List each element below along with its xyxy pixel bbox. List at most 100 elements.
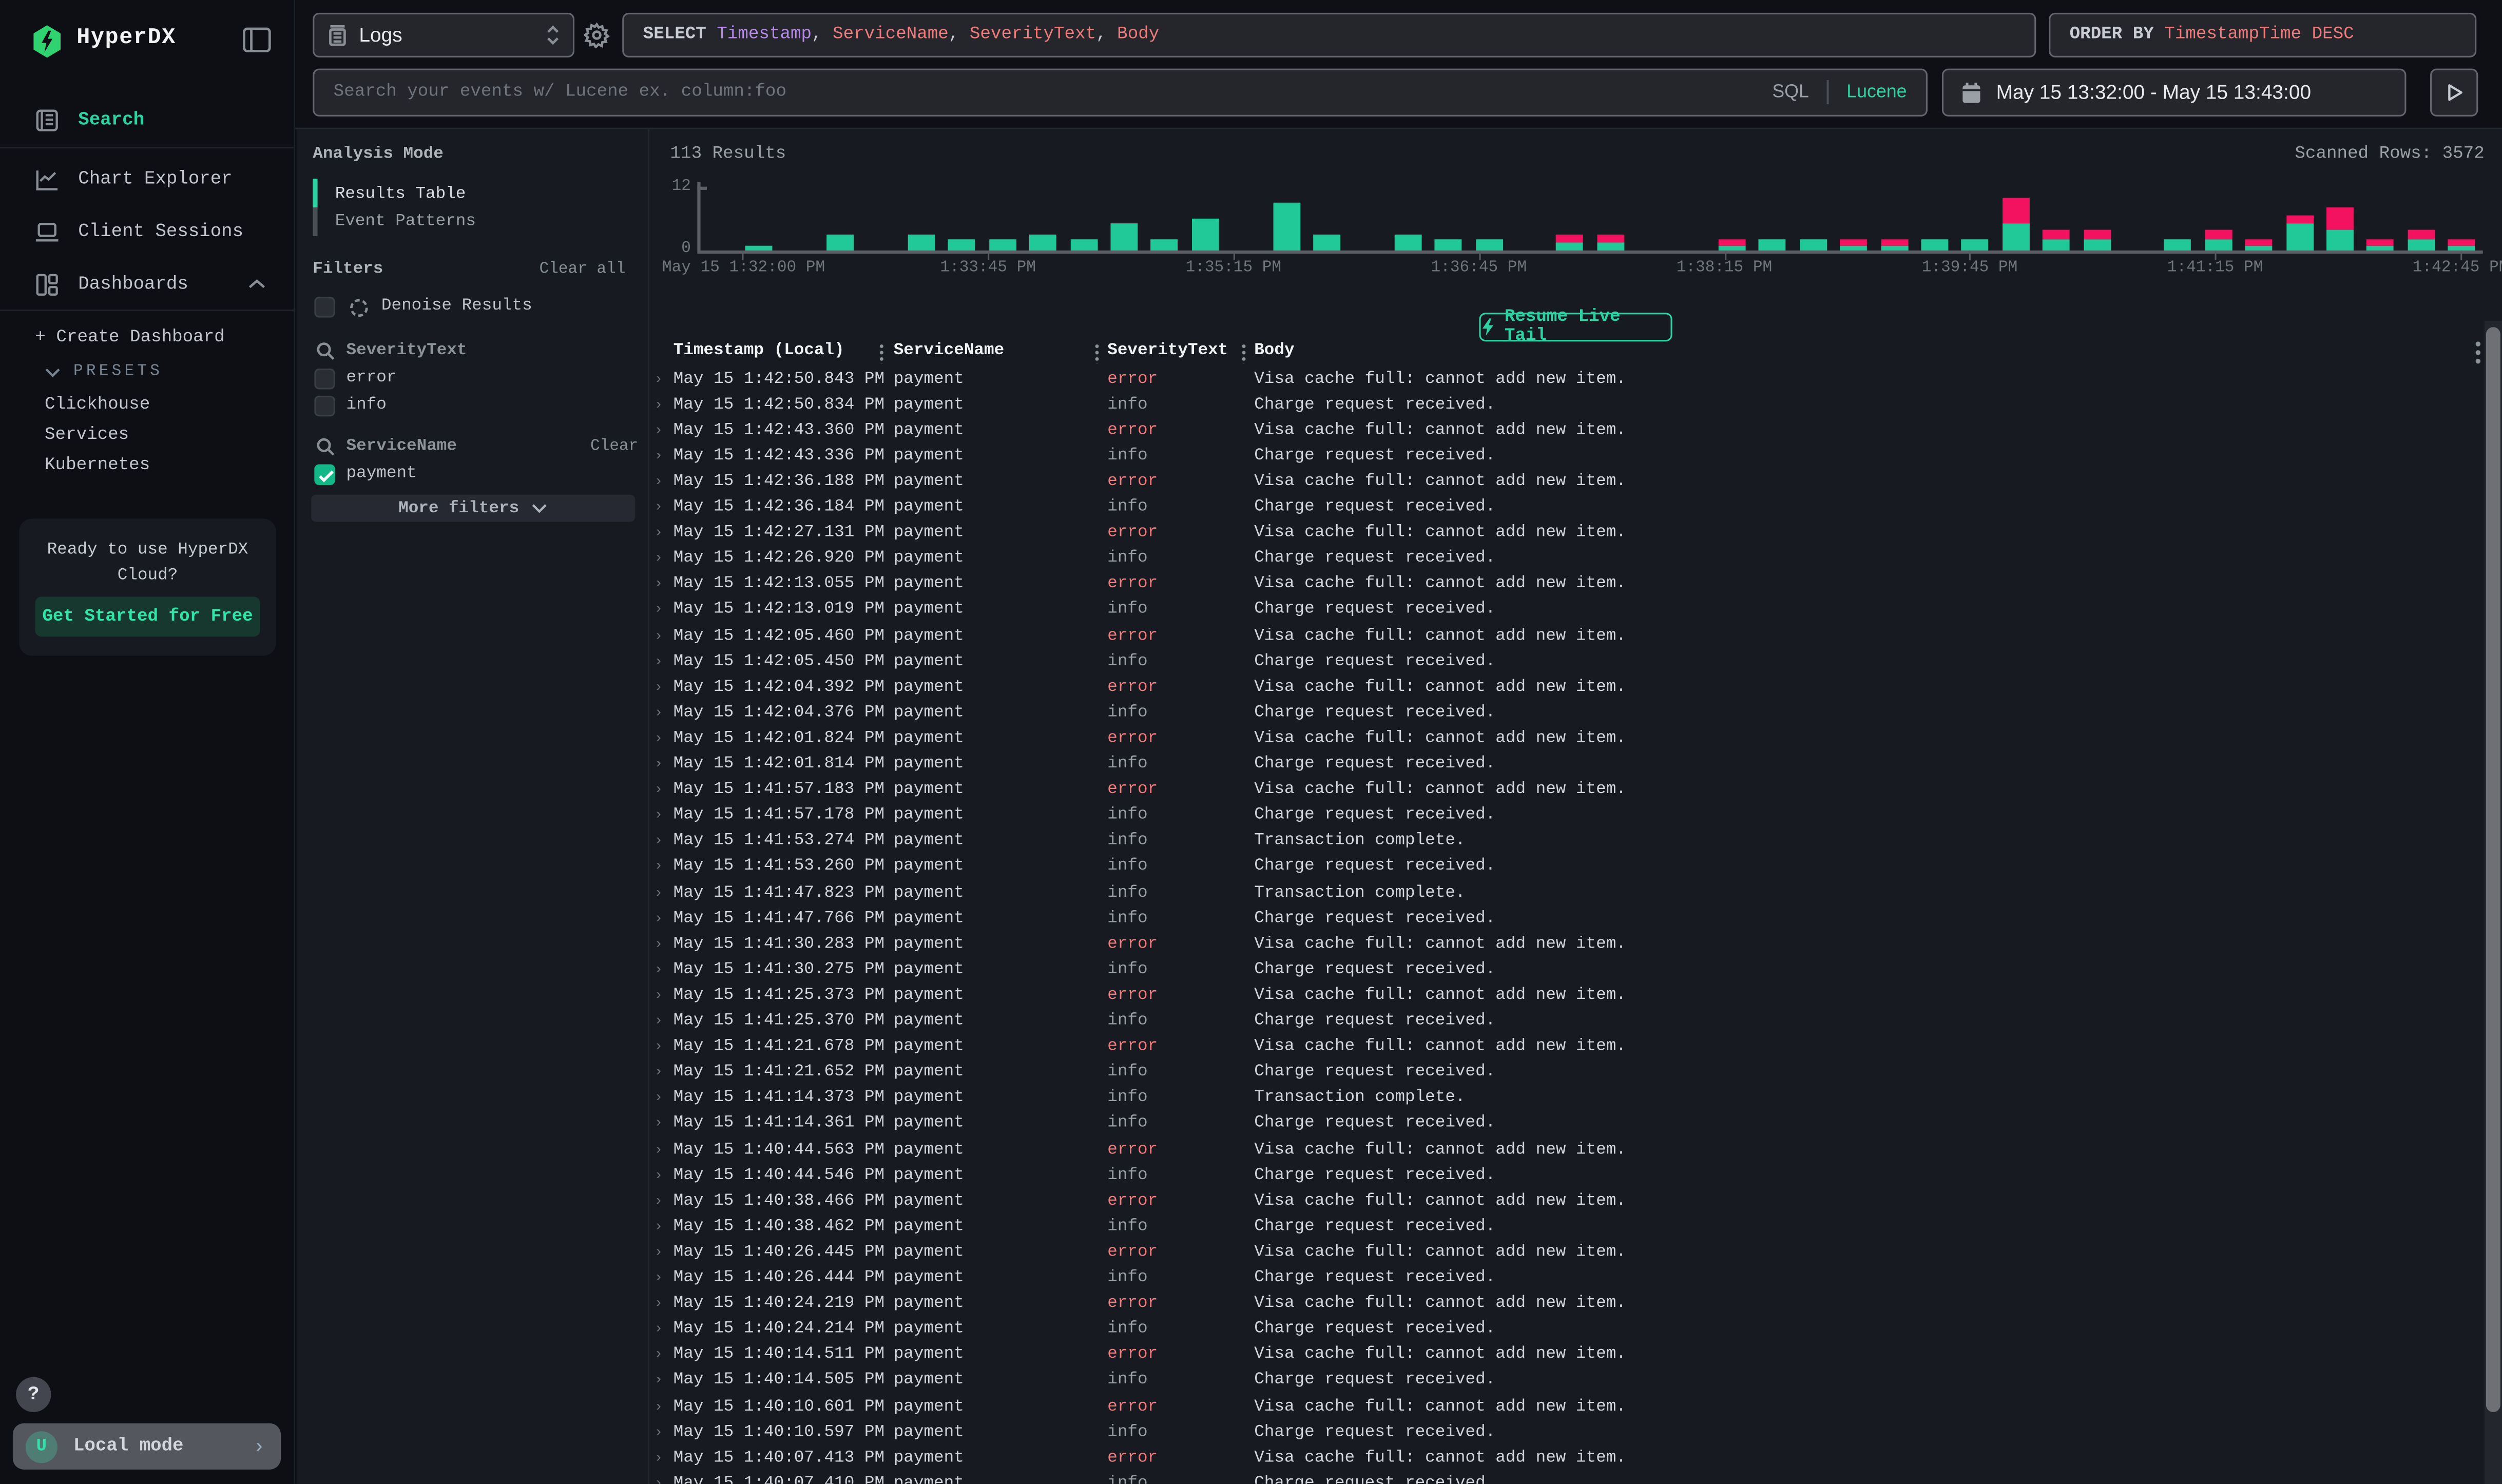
row-expand-chevron-icon[interactable]: › [654,1090,663,1106]
order-by-input[interactable]: ORDER BY TimestampTime DESC [2049,13,2476,57]
row-expand-chevron-icon[interactable]: › [654,679,663,695]
table-row[interactable]: ›May 15 1:40:24.214 PMpaymentinfoCharge … [649,1317,2483,1342]
histogram-bar[interactable] [2002,224,2029,250]
histogram-bar[interactable] [1719,245,1746,250]
clear-all-button[interactable]: Clear all [540,262,626,279]
row-expand-chevron-icon[interactable]: › [654,1219,663,1235]
histogram-bar-error[interactable] [1840,240,1868,245]
table-row[interactable]: ›May 15 1:40:14.511 PMpaymenterrorVisa c… [649,1342,2483,1368]
histogram-bar-error[interactable] [2002,197,2029,224]
column-resize-handle[interactable] [1094,343,1099,363]
row-expand-chevron-icon[interactable]: › [654,1244,663,1260]
histogram-bar[interactable] [1840,245,1868,250]
table-row[interactable]: ›May 15 1:42:27.131 PMpaymenterrorVisa c… [649,521,2483,546]
table-row[interactable]: ›May 15 1:41:25.370 PMpaymentinfoCharge … [649,1009,2483,1034]
table-row[interactable]: ›May 15 1:42:01.814 PMpaymentinfoCharge … [649,751,2483,777]
table-row[interactable]: ›May 15 1:40:44.546 PMpaymentinfoCharge … [649,1163,2483,1188]
histogram-bar-error[interactable] [2286,216,2313,224]
row-expand-chevron-icon[interactable]: › [654,1373,663,1389]
filter-group-severitytext[interactable]: SeverityText [347,341,467,360]
tab-results-table[interactable]: Results Table [335,185,466,204]
create-dashboard-button[interactable]: + Create Dashboard [0,329,295,348]
histogram-bar[interactable] [1191,219,1219,250]
table-row[interactable]: ›May 15 1:42:01.824 PMpaymenterrorVisa c… [649,726,2483,751]
histogram-bar[interactable] [1070,240,1097,250]
mode-sql-button[interactable]: SQL [1772,83,1809,102]
table-row[interactable]: ›May 15 1:40:10.597 PMpaymentinfoCharge … [649,1419,2483,1445]
denoise-label[interactable]: Denoise Results [381,297,532,316]
row-expand-chevron-icon[interactable]: › [654,371,663,387]
row-expand-chevron-icon[interactable]: › [654,602,663,618]
histogram-bar[interactable] [2326,229,2354,250]
source-select[interactable]: Logs [313,13,574,57]
histogram-bar[interactable] [1435,240,1462,250]
histogram-bar[interactable] [908,235,935,250]
histogram-bar[interactable] [746,245,773,250]
table-row[interactable]: ›May 15 1:42:36.188 PMpaymenterrorVisa c… [649,469,2483,495]
gear-icon[interactable] [584,23,610,48]
histogram-bar[interactable] [949,240,976,250]
select-query-input[interactable]: SELECT Timestamp, ServiceName, SeverityT… [622,13,2036,57]
row-expand-chevron-icon[interactable]: › [654,474,663,490]
table-row[interactable]: ›May 15 1:40:44.563 PMpaymenterrorVisa c… [649,1137,2483,1163]
row-expand-chevron-icon[interactable]: › [654,653,663,669]
histogram-bar[interactable] [1881,245,1908,250]
histogram-bar-error[interactable] [2448,240,2475,245]
row-expand-chevron-icon[interactable]: › [654,1065,663,1081]
column-resize-handle[interactable] [1241,343,1246,363]
histogram-bar[interactable] [2164,240,2191,250]
histogram-bar[interactable] [1800,240,1827,250]
row-expand-chevron-icon[interactable]: › [654,1476,663,1484]
row-expand-chevron-icon[interactable]: › [654,628,663,644]
row-expand-chevron-icon[interactable]: › [654,807,663,823]
histogram-bar-error[interactable] [1556,235,1584,243]
histogram-bar-error[interactable] [2205,229,2232,240]
column-header-timestamp[interactable]: Timestamp (Local) [673,341,844,365]
table-row[interactable]: ›May 15 1:41:21.678 PMpaymenterrorVisa c… [649,1034,2483,1060]
histogram-bar-error[interactable] [1881,240,1908,245]
table-row[interactable]: ›May 15 1:42:50.834 PMpaymentinfoCharge … [649,392,2483,417]
row-expand-chevron-icon[interactable]: › [654,1142,663,1158]
run-query-button[interactable] [2430,69,2478,117]
table-row[interactable]: ›May 15 1:42:04.376 PMpaymentinfoCharge … [649,700,2483,726]
row-expand-chevron-icon[interactable]: › [654,885,663,901]
histogram-bar[interactable] [2408,240,2435,250]
table-row[interactable]: ›May 15 1:40:38.466 PMpaymenterrorVisa c… [649,1188,2483,1214]
time-range-picker[interactable]: May 15 13:32:00 - May 15 13:43:00 [1942,69,2407,117]
column-header-severitytext[interactable]: SeverityText [1107,341,1228,365]
sidebar-item-search[interactable]: Search [0,96,295,144]
table-row[interactable]: ›May 15 1:40:26.444 PMpaymentinfoCharge … [649,1265,2483,1291]
histogram-bar[interactable] [1151,240,1178,250]
table-row[interactable]: ›May 15 1:40:14.505 PMpaymentinfoCharge … [649,1368,2483,1394]
histogram-bar[interactable] [1921,240,1949,250]
resume-live-tail-button[interactable]: Resume Live Tail [1479,313,1672,341]
table-row[interactable]: ›May 15 1:41:30.275 PMpaymentinfoCharge … [649,957,2483,982]
row-expand-chevron-icon[interactable]: › [654,1270,663,1286]
table-row[interactable]: ›May 15 1:41:53.260 PMpaymentinfoCharge … [649,854,2483,880]
row-expand-chevron-icon[interactable]: › [654,576,663,592]
row-expand-chevron-icon[interactable]: › [654,499,663,515]
denoise-checkbox[interactable] [314,297,335,317]
row-expand-chevron-icon[interactable]: › [654,1193,663,1209]
row-expand-chevron-icon[interactable]: › [654,1116,663,1132]
histogram-bar[interactable] [1273,203,1300,250]
histogram-bar-error[interactable] [2083,229,2110,240]
table-row[interactable]: ›May 15 1:42:13.055 PMpaymenterrorVisa c… [649,572,2483,598]
column-header-servicename[interactable]: ServiceName [894,341,1004,365]
histogram-bar[interactable] [1110,224,1138,250]
histogram-bar-error[interactable] [1719,240,1746,245]
row-expand-chevron-icon[interactable]: › [654,705,663,721]
table-row[interactable]: ›May 15 1:40:07.413 PMpaymenterrorVisa c… [649,1445,2483,1471]
row-expand-chevron-icon[interactable]: › [654,962,663,978]
row-expand-chevron-icon[interactable]: › [654,422,663,438]
mode-lucene-button[interactable]: Lucene [1846,83,1907,102]
row-expand-chevron-icon[interactable]: › [654,756,663,772]
table-row[interactable]: ›May 15 1:40:07.410 PMpaymentinfoCharge … [649,1471,2483,1483]
table-row[interactable]: ›May 15 1:42:13.019 PMpaymentinfoCharge … [649,598,2483,623]
row-expand-chevron-icon[interactable]: › [654,730,663,746]
column-resize-handle[interactable] [879,343,884,363]
table-row[interactable]: ›May 15 1:42:05.450 PMpaymentinfoCharge … [649,649,2483,674]
row-expand-chevron-icon[interactable]: › [654,988,663,1004]
table-row[interactable]: ›May 15 1:40:26.445 PMpaymenterrorVisa c… [649,1240,2483,1265]
histogram-bar[interactable] [989,240,1016,250]
